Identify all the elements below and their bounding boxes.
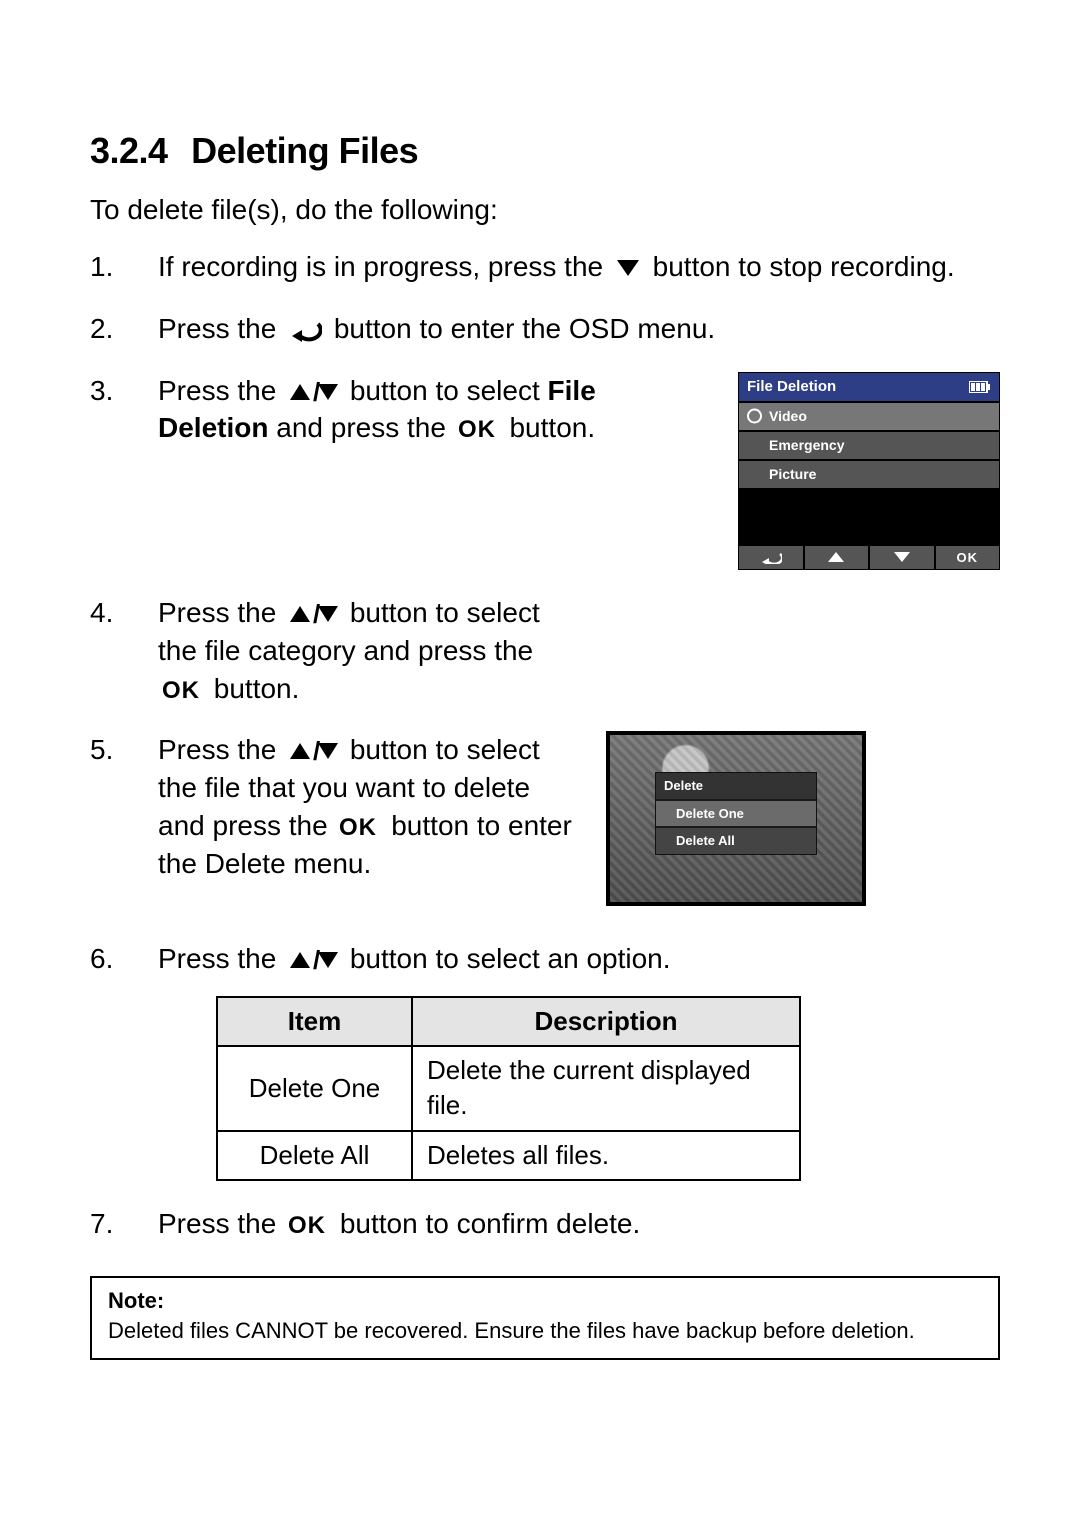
- osd-foot-ok: OK: [936, 546, 1000, 570]
- step-6: Press the / button to select an option. …: [90, 940, 1000, 1180]
- step-3-text-b: button to select: [350, 375, 540, 406]
- osd-blank-row: [739, 488, 999, 516]
- svg-text:/: /: [313, 378, 320, 406]
- step-3: Press the / button to select File Deleti…: [90, 372, 1000, 570]
- table-head-desc: Description: [412, 997, 800, 1046]
- table-row: Delete One Delete the current displayed …: [217, 1046, 800, 1130]
- step-4-text-a: Press the: [158, 597, 276, 628]
- svg-text:OK: OK: [162, 677, 200, 704]
- svg-text:OK: OK: [458, 416, 496, 443]
- figure-delete-menu: Delete Delete One Delete All: [606, 731, 866, 906]
- ok-icon: OK: [458, 415, 498, 443]
- osd-item-label: Picture: [769, 466, 816, 482]
- step-7-text-b: button to confirm delete.: [340, 1208, 640, 1239]
- osd-foot-back-icon: [739, 546, 805, 570]
- step-4: Press the / button to select the file ca…: [90, 594, 1000, 707]
- osd-footer: OK: [739, 544, 999, 570]
- step-6-text-b: button to select an option.: [350, 943, 671, 974]
- section-title: Deleting Files: [191, 130, 418, 171]
- up-down-triangle-icon: /: [288, 946, 338, 974]
- intro-text: To delete file(s), do the following:: [90, 194, 1000, 226]
- osd-foot-up-icon: [805, 546, 871, 570]
- osd-foot-down-icon: [870, 546, 936, 570]
- down-triangle-icon: [615, 254, 641, 282]
- section-number: 3.2.4: [90, 130, 168, 171]
- step-2-text-b: button to enter the OSD menu.: [334, 313, 715, 344]
- delete-menu-item-all: Delete All: [656, 826, 816, 854]
- note-heading: Note:: [108, 1288, 982, 1314]
- step-7-text-a: Press the: [158, 1208, 276, 1239]
- up-down-triangle-icon: /: [288, 600, 338, 628]
- osd-title-text: File Deletion: [747, 377, 836, 397]
- ok-icon: OK: [162, 676, 202, 704]
- table-head-item: Item: [217, 997, 412, 1046]
- osd-item-emergency: Emergency: [739, 430, 999, 459]
- step-5: Press the / button to select the file th…: [90, 731, 1000, 906]
- delete-menu-item-one: Delete One: [656, 799, 816, 827]
- step-3-text-d: and press the: [276, 412, 446, 443]
- osd-item-video: Video: [739, 401, 999, 430]
- step-5-text-a: Press the: [158, 734, 276, 765]
- table-cell-desc: Deletes all files.: [412, 1131, 800, 1180]
- section-heading: 3.2.4 Deleting Files: [90, 130, 1000, 172]
- step-2-text-a: Press the: [158, 313, 276, 344]
- step-2: Press the button to enter the OSD menu.: [90, 310, 1000, 348]
- step-1: If recording is in progress, press the b…: [90, 248, 1000, 286]
- up-down-triangle-icon: /: [288, 737, 338, 765]
- manual-page: 3.2.4 Deleting Files To delete file(s), …: [0, 0, 1080, 1527]
- figure-file-deletion-osd: File Deletion Video Emergency: [738, 372, 1000, 570]
- step-3-text-a: Press the: [158, 375, 276, 406]
- step-7: Press the OK button to confirm delete.: [90, 1205, 1000, 1243]
- note-body: Deleted files CANNOT be recovered. Ensur…: [108, 1318, 982, 1344]
- back-arrow-icon: [288, 316, 322, 344]
- note-box: Note: Deleted files CANNOT be recovered.…: [90, 1276, 1000, 1360]
- steps-list: If recording is in progress, press the b…: [90, 248, 1000, 1242]
- battery-icon: [969, 381, 991, 393]
- osd-item-label: Emergency: [769, 437, 844, 453]
- svg-text:/: /: [313, 737, 320, 765]
- delete-menu-title: Delete: [656, 773, 816, 799]
- table-row: Delete All Deletes all files.: [217, 1131, 800, 1180]
- ok-icon: OK: [288, 1211, 328, 1239]
- step-6-text-a: Press the: [158, 943, 276, 974]
- table-cell-item: Delete All: [217, 1131, 412, 1180]
- step-1-text-b: button to stop recording.: [653, 251, 955, 282]
- svg-text:/: /: [313, 600, 320, 628]
- table-cell-item: Delete One: [217, 1046, 412, 1130]
- step-3-text-e: button.: [509, 412, 595, 443]
- svg-text:OK: OK: [339, 814, 377, 841]
- ok-icon: OK: [339, 813, 379, 841]
- table-cell-desc: Delete the current displayed file.: [412, 1046, 800, 1130]
- osd-foot-ok-label: OK: [957, 549, 979, 567]
- step-1-text-a: If recording is in progress, press the: [158, 251, 603, 282]
- osd-item-picture: Picture: [739, 459, 999, 488]
- options-table: Item Description Delete One Delete the c…: [216, 996, 801, 1180]
- svg-text:OK: OK: [288, 1212, 326, 1239]
- up-down-triangle-icon: /: [288, 378, 338, 406]
- osd-title-bar: File Deletion: [739, 373, 999, 401]
- osd-item-label: Video: [769, 408, 807, 424]
- radio-dot-icon: [747, 409, 762, 424]
- svg-text:/: /: [313, 946, 320, 974]
- osd-blank-row: [739, 516, 999, 544]
- step-4-text-c: button.: [214, 673, 300, 704]
